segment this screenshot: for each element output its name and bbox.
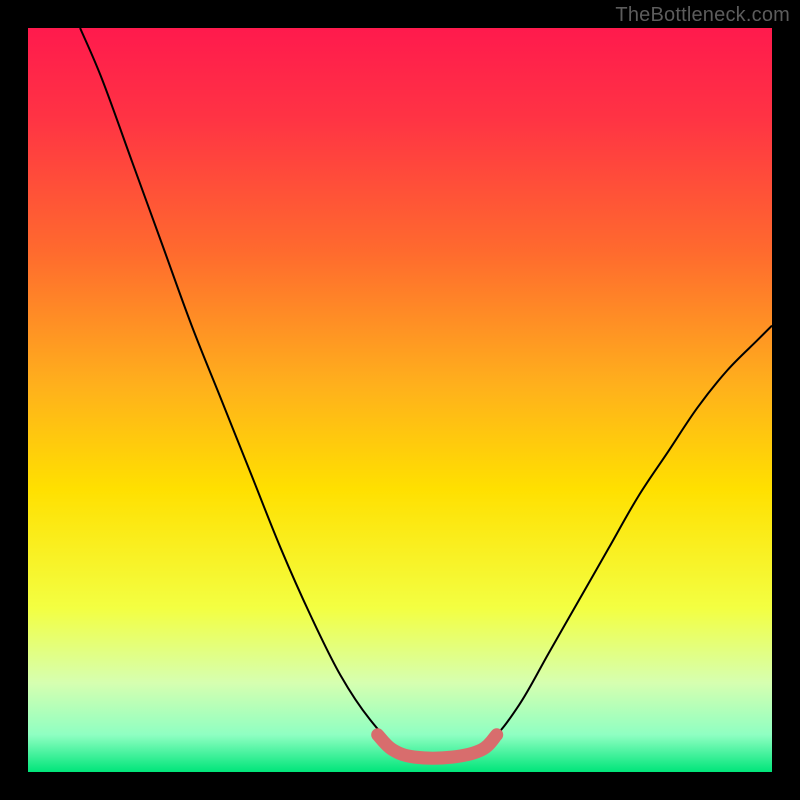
plot-area bbox=[28, 28, 772, 772]
chart-frame: TheBottleneck.com bbox=[0, 0, 800, 800]
chart-background bbox=[28, 28, 772, 772]
chart-svg bbox=[28, 28, 772, 772]
watermark-text: TheBottleneck.com bbox=[615, 4, 790, 27]
